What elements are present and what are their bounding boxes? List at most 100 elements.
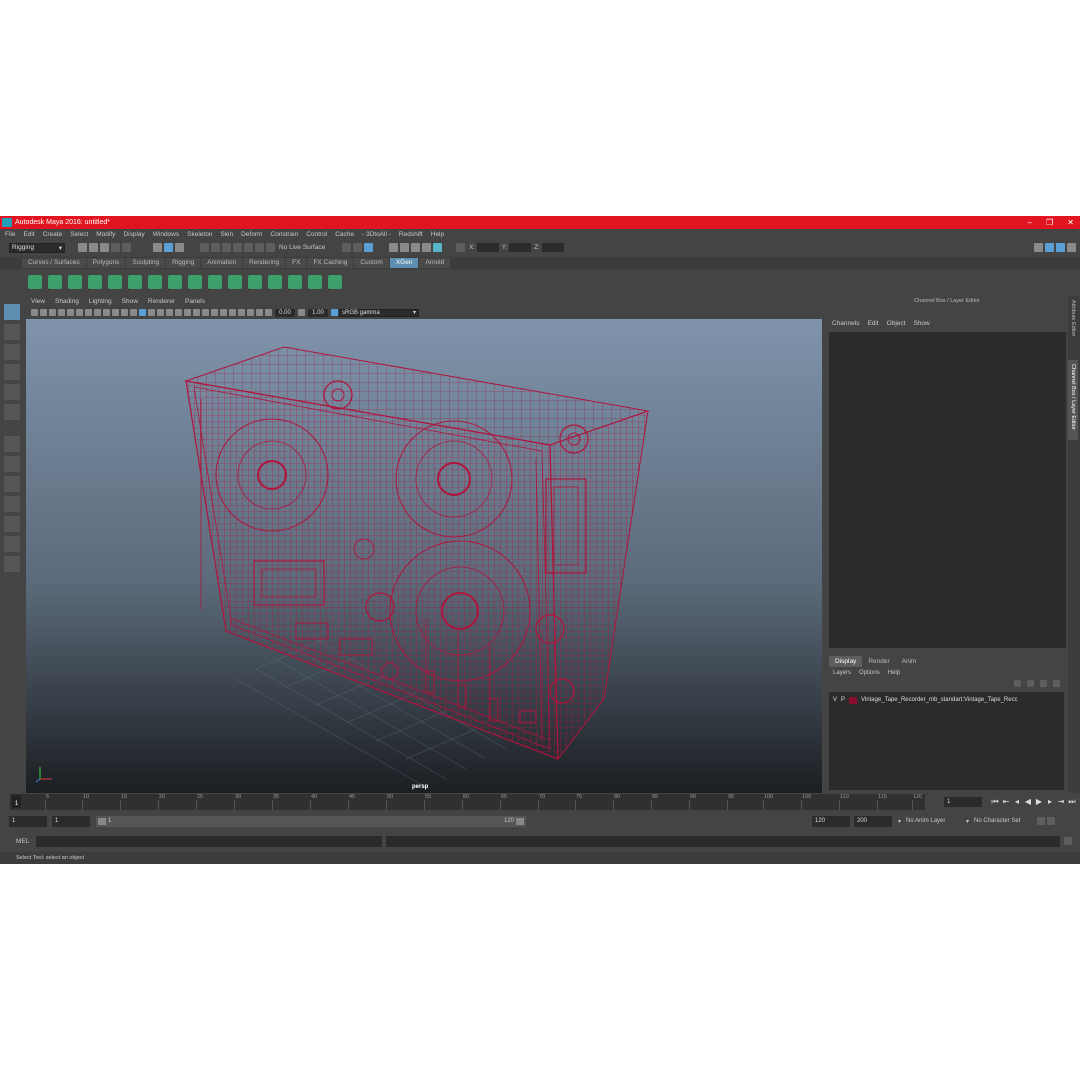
snap-vertex-icon[interactable] (255, 243, 264, 252)
lasso-tool-icon[interactable] (4, 324, 20, 340)
xgen-cv-count-icon[interactable] (248, 275, 262, 289)
ipr-render-icon[interactable] (400, 243, 410, 252)
xgen-add-guide-icon[interactable] (88, 275, 102, 289)
exposure-icon[interactable] (265, 309, 272, 316)
step-back-key-icon[interactable]: ⇤ (1002, 798, 1010, 806)
xgen-bend-guide-icon[interactable] (188, 275, 202, 289)
new-layer-from-selected-icon[interactable] (1053, 680, 1060, 687)
command-language-label[interactable]: MEL (16, 838, 36, 845)
two-pane-layout-icon[interactable] (4, 476, 20, 492)
x-field[interactable] (476, 243, 499, 252)
range-slider[interactable]: 1 120 (96, 815, 526, 827)
tab-attribute-editor[interactable]: Attribute Editor (1068, 296, 1078, 356)
list-item[interactable]: V P Vintage_Tape_Recorder_mb_standart:Vi… (829, 695, 1064, 705)
step-back-frame-icon[interactable]: ◂ (1013, 798, 1021, 806)
shelf-tab-fx-caching[interactable]: FX Caching (307, 258, 354, 268)
graph-layout-icon[interactable] (4, 516, 20, 532)
playback-start-field[interactable]: 1 (52, 815, 90, 827)
channel-box-menu-object[interactable]: Object (887, 320, 906, 327)
anti-aliasing-icon[interactable] (211, 309, 218, 316)
menu-deform[interactable]: Deform (241, 231, 262, 238)
menu-redshift[interactable]: Redshift (399, 231, 423, 238)
render-view-icon[interactable] (433, 243, 443, 252)
channel-box-menu-show[interactable]: Show (913, 320, 929, 327)
xgen-groom-icon[interactable] (68, 275, 82, 289)
step-forward-key-icon[interactable]: ⇥ (1057, 798, 1065, 806)
smooth-shade-icon[interactable] (148, 309, 155, 316)
select-tool-icon[interactable] (4, 304, 20, 320)
xray-icon[interactable] (238, 309, 245, 316)
go-to-start-icon[interactable]: ⏮ (991, 798, 999, 806)
toggle-attribute-editor-icon[interactable] (1056, 243, 1065, 252)
auto-key-icon[interactable] (1037, 817, 1046, 825)
snap-grid-icon[interactable] (200, 243, 209, 252)
range-slider-start-handle[interactable] (98, 817, 106, 825)
animation-start-field[interactable]: 1 (9, 815, 47, 827)
new-empty-layer-icon[interactable] (1040, 680, 1047, 687)
live-surface-label[interactable]: No Live Surface (279, 244, 325, 251)
viewport-menu-view[interactable]: View (31, 298, 45, 305)
hypershade-icon[interactable] (422, 243, 432, 252)
menu-skin[interactable]: Skin (220, 231, 233, 238)
step-forward-frame-icon[interactable]: ▸ (1046, 798, 1054, 806)
menu-create[interactable]: Create (43, 231, 63, 238)
time-slider[interactable]: 1 5 10 15 20 25 30 35 40 45 50 55 60 65 … (0, 794, 1080, 810)
minimize-button[interactable]: – (1028, 216, 1032, 229)
ambient-occlusion-icon[interactable] (193, 309, 200, 316)
menu-edit[interactable]: Edit (23, 231, 34, 238)
resolution-gate-icon[interactable] (94, 309, 101, 316)
toggle-channel-box-icon[interactable] (1067, 243, 1076, 252)
paint-select-tool-icon[interactable] (4, 344, 20, 360)
time-ruler[interactable]: 1 5 10 15 20 25 30 35 40 45 50 55 60 65 … (10, 794, 925, 810)
render-frame-icon[interactable] (389, 243, 399, 252)
shelf-tab-polygons[interactable]: Polygons (86, 258, 126, 268)
xray-components-icon[interactable] (256, 309, 263, 316)
menu-modify[interactable]: Modify (96, 231, 115, 238)
viewport-menu-show[interactable]: Show (122, 298, 138, 305)
viewport-menu-renderer[interactable]: Renderer (148, 298, 175, 305)
animation-end-field[interactable]: 200 (854, 815, 892, 827)
shelf-tab-rigging[interactable]: Rigging (166, 258, 201, 268)
film-gate-icon[interactable] (85, 309, 92, 316)
layer-menu-help[interactable]: Help (888, 670, 900, 676)
move-layer-down-icon[interactable] (1027, 680, 1034, 687)
snap-surface-icon[interactable] (244, 243, 253, 252)
gamma-field[interactable]: 1.00 (308, 308, 328, 317)
tab-channel-box-layer-editor[interactable]: Channel Box / Layer Editor (1068, 360, 1078, 440)
shelf-tab-arnold[interactable]: Arnold (419, 258, 451, 268)
single-perspective-layout-icon[interactable] (4, 436, 20, 452)
shadows-icon[interactable] (184, 309, 191, 316)
toggle-modeling-toolkit-icon[interactable] (1045, 243, 1054, 252)
channel-box-menu-edit[interactable]: Edit (867, 320, 878, 327)
color-management-icon[interactable] (331, 309, 338, 316)
workspace-icon[interactable] (1034, 243, 1043, 252)
channel-box-area[interactable] (829, 332, 1066, 648)
character-set-chevron-icon[interactable]: ▾ (966, 818, 969, 825)
anim-layer-dropdown[interactable]: No Anim Layer (906, 818, 966, 824)
image-plane-icon[interactable] (67, 309, 74, 316)
menu-select[interactable]: Select (70, 231, 88, 238)
play-backwards-icon[interactable]: ◀ (1024, 798, 1032, 806)
select-object-icon[interactable] (164, 243, 173, 252)
shelf-tab-fx[interactable]: FX (286, 258, 307, 268)
layer-menu-options[interactable]: Options (859, 670, 880, 676)
hypershade-layout-icon[interactable] (4, 536, 20, 552)
shelf-tab-curves-surfaces[interactable]: Curves / Surfaces (22, 258, 86, 268)
tab-anim[interactable]: Anim (895, 656, 923, 667)
shelf-tab-custom[interactable]: Custom (354, 258, 389, 268)
layer-color-swatch[interactable] (849, 696, 858, 704)
wireframe-icon[interactable] (139, 309, 146, 316)
layer-name[interactable]: Vintage_Tape_Recorder_mb_standart:Vintag… (861, 697, 1018, 703)
menu-3dtoall[interactable]: - 3DtoAll - (362, 231, 391, 238)
depth-of-field-icon[interactable] (220, 309, 227, 316)
isolate-select-icon[interactable] (229, 309, 236, 316)
xgen-comb-icon[interactable] (308, 275, 322, 289)
menu-skeleton[interactable]: Skeleton (187, 231, 212, 238)
snap-point-icon[interactable] (222, 243, 231, 252)
xgen-move-guide-icon[interactable] (108, 275, 122, 289)
rotate-tool-icon[interactable] (4, 384, 20, 400)
current-time-marker[interactable]: 1 (12, 795, 21, 808)
new-scene-icon[interactable] (78, 243, 87, 252)
select-component-icon[interactable] (175, 243, 184, 252)
maximize-button[interactable]: ❐ (1046, 216, 1053, 229)
